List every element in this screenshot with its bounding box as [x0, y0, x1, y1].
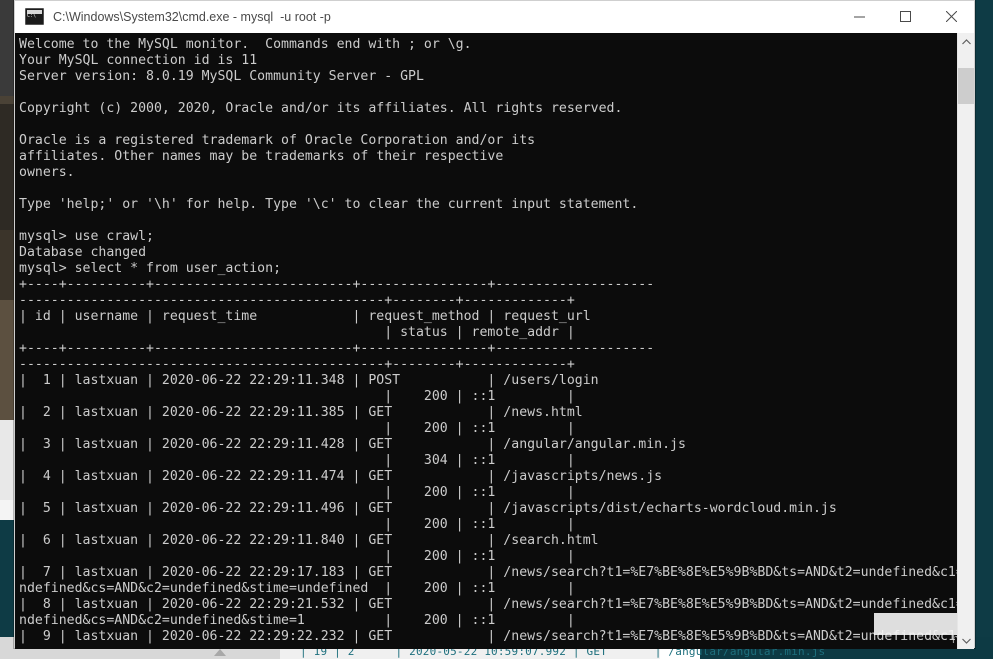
console-line: affiliates. Other names may be trademark…: [19, 149, 504, 164]
console-line: | status | remote_addr |: [19, 325, 575, 340]
console-line: +----+----------+-----------------------…: [19, 277, 655, 292]
console-line: Welcome to the MySQL monitor. Commands e…: [19, 37, 472, 52]
console-line: ----------------------------------------…: [19, 357, 575, 372]
console-scrollbar[interactable]: [957, 33, 974, 649]
scrollbar-thumb[interactable]: [958, 68, 974, 104]
background-window-sliver-right: [975, 0, 993, 659]
window-controls: [836, 1, 974, 32]
cmd-window: C:\Windows\System32\cmd.exe - mysql -u r…: [14, 0, 975, 649]
console-line: | 200 | ::1 |: [19, 421, 575, 436]
console-line: | 8 | lastxuan | 2020-06-22 22:29:21.532…: [19, 597, 957, 612]
console-line: | 1 | lastxuan | 2020-06-22 22:29:11.348…: [19, 373, 599, 388]
console-line: | 6 | lastxuan | 2020-06-22 22:29:11.840…: [19, 533, 599, 548]
console-line: Database changed: [19, 245, 147, 260]
console-line: | 7 | lastxuan | 2020-06-22 22:29:17.183…: [19, 565, 957, 580]
console-line: mysql> select * from user_action;: [19, 261, 282, 276]
console-line: mysql> use crawl;: [19, 229, 154, 244]
console-line: ----------------------------------------…: [19, 293, 575, 308]
background-window-sliver-left: [0, 0, 14, 659]
console-line: | 2 | lastxuan | 2020-06-22 22:29:11.385…: [19, 405, 583, 420]
console-line: | 200 | ::1 |: [19, 389, 575, 404]
desktop-background: | 19 | 2 | 2020-05-22 10:59:07.992 | GET…: [0, 0, 993, 659]
console-line: ndefined&cs=AND&c2=undefined&stime=undef…: [19, 581, 575, 596]
console-line: ndefined&cs=AND&c2=undefined&stime=1 | 2…: [19, 613, 575, 628]
cmd-console-icon: [25, 8, 44, 25]
window-titlebar[interactable]: C:\Windows\System32\cmd.exe - mysql -u r…: [15, 1, 974, 33]
console-line: Server version: 8.0.19 MySQL Community S…: [19, 69, 424, 84]
console-line: Type 'help;' or '\h' for help. Type '\c'…: [19, 197, 639, 212]
console-line: owners.: [19, 165, 75, 180]
console-line: | 200 | ::1 |: [19, 517, 575, 532]
console-line: Oracle is a registered trademark of Orac…: [19, 133, 536, 148]
scrollbar-track[interactable]: [958, 50, 974, 632]
console-line: | 5 | lastxuan | 2020-06-22 22:29:11.496…: [19, 501, 837, 516]
maximize-button[interactable]: [882, 1, 928, 32]
window-title: C:\Windows\System32\cmd.exe - mysql -u r…: [53, 9, 331, 24]
console-line: | 200 | ::1 |: [19, 549, 575, 564]
console-line: +----+----------+-----------------------…: [19, 341, 655, 356]
console-line: | 200 | ::1 |: [19, 485, 575, 500]
scrollbar-up-arrow-icon[interactable]: [958, 33, 974, 50]
console-line: Copyright (c) 2000, 2020, Oracle and/or …: [19, 101, 623, 116]
console-line: | 3 | lastxuan | 2020-06-22 22:29:11.428…: [19, 437, 686, 452]
console-line: | 9 | lastxuan | 2020-06-22 22:29:22.232…: [19, 629, 957, 644]
background-scroll-up-arrow-icon: [214, 649, 226, 656]
console-output[interactable]: Welcome to the MySQL monitor. Commands e…: [15, 33, 957, 649]
console-line: Your MySQL connection id is 11: [19, 53, 258, 68]
console-line: | 4 | lastxuan | 2020-06-22 22:29:11.474…: [19, 469, 663, 484]
close-button[interactable]: [928, 1, 974, 32]
minimize-button[interactable]: [836, 1, 882, 32]
console-line: | 304 | ::1 |: [19, 453, 575, 468]
console-line: | id | username | request_time | request…: [19, 309, 591, 324]
scrollbar-down-arrow-icon[interactable]: [958, 632, 974, 649]
console-area: Welcome to the MySQL monitor. Commands e…: [15, 33, 974, 649]
